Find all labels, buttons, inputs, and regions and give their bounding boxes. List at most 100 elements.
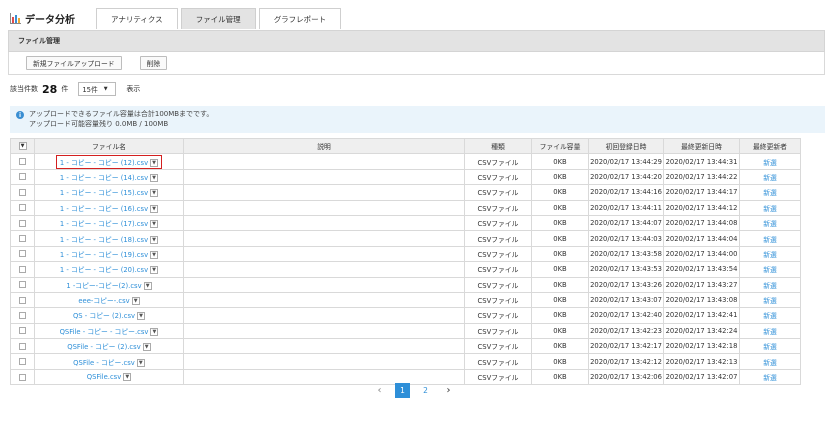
updater-link[interactable]: 新選 (763, 205, 777, 213)
updater-link[interactable]: 新選 (763, 251, 777, 259)
updater-link[interactable]: 新選 (763, 266, 777, 274)
select-all-header[interactable]: ▼ (10, 137, 35, 155)
table-row[interactable]: 1 - コピー - コピー (15).csv ▼ CSVファイル 0KB 2020/02… (10, 184, 801, 201)
header-type[interactable]: 種類 (464, 137, 532, 155)
row-checkbox-cell[interactable] (10, 307, 35, 324)
filename-link[interactable]: QS - コピー (2).csv (73, 312, 135, 320)
updater-link[interactable]: 新選 (763, 359, 777, 367)
table-row[interactable]: 1 - コピー - コピー (20).csv ▼ CSVファイル 0KB 2020/02… (10, 261, 801, 278)
table-row[interactable]: QSFile - コピー - コピー.csv ▼ CSVファイル 0KB 2020/02… (10, 322, 801, 340)
page-2-button[interactable]: 2 (418, 383, 433, 398)
updater-link[interactable]: 新選 (763, 297, 777, 305)
row-checkbox[interactable] (19, 358, 26, 366)
row-checkbox-cell[interactable] (10, 199, 35, 216)
filename-link[interactable]: 1 - コピー - コピー (17).csv (60, 220, 148, 228)
row-checkbox[interactable] (19, 342, 26, 350)
row-checkbox-cell[interactable] (10, 230, 35, 247)
row-checkbox[interactable] (19, 265, 26, 273)
delete-button[interactable]: 削除 (139, 56, 168, 70)
header-updated[interactable]: 最終更新日時 (663, 137, 740, 155)
updater-link[interactable]: 新選 (763, 236, 777, 244)
row-checkbox[interactable] (19, 158, 26, 166)
file-menu-dropdown-icon[interactable]: ▼ (123, 373, 132, 382)
filename-link[interactable]: 1 -コピー-コピー(2).csv (66, 282, 141, 290)
row-checkbox[interactable] (19, 235, 26, 243)
row-checkbox-cell[interactable] (10, 153, 35, 170)
row-checkbox-cell[interactable] (10, 184, 35, 201)
updater-link[interactable]: 新選 (763, 159, 777, 167)
updater-link[interactable]: 新選 (763, 174, 777, 182)
table-row[interactable]: 1 - コピー - コピー (19).csv ▼ CSVファイル 0KB 2020/02… (10, 245, 801, 263)
row-checkbox[interactable] (19, 373, 26, 381)
file-menu-dropdown-icon[interactable]: ▼ (136, 358, 145, 367)
tab-graph-report[interactable]: グラフレポート (258, 8, 342, 29)
row-checkbox[interactable] (19, 250, 26, 258)
filename-link[interactable]: 1 - コピー - コピー (18).csv (60, 236, 148, 244)
file-menu-dropdown-icon[interactable]: ▼ (150, 189, 159, 198)
file-menu-dropdown-icon[interactable]: ▼ (143, 281, 152, 290)
table-row[interactable]: 1 - コピー - コピー (16).csv ▼ CSVファイル 0KB 2020/02… (10, 199, 801, 216)
table-row[interactable]: 1 - コピー - コピー (12).csv ▼ CSVファイル 0KB 2020/02… (10, 153, 801, 170)
filename-link[interactable]: 1 - コピー - コピー (14).csv (60, 174, 148, 182)
row-checkbox[interactable] (19, 311, 26, 319)
table-row[interactable]: eee-コピー-.csv ▼ CSVファイル 0KB 2020/02/17 13:43:… (10, 291, 801, 309)
filename-link[interactable]: QSFile - コピー.csv (73, 359, 135, 367)
filename-link[interactable]: eee-コピー-.csv (78, 297, 129, 305)
upload-button[interactable]: 新規ファイルアップロード (26, 56, 122, 70)
updater-link[interactable]: 新選 (763, 282, 777, 290)
row-checkbox-cell[interactable] (10, 276, 35, 293)
filename-link[interactable]: QSFile.csv (87, 373, 122, 381)
next-page-button[interactable]: › (441, 383, 456, 398)
file-menu-dropdown-icon[interactable]: ▼ (150, 250, 159, 259)
table-row[interactable]: QSFile - コピー.csv ▼ CSVファイル 0KB 2020/02/17 13… (10, 353, 801, 370)
filename-link[interactable]: 1 - コピー - コピー (20).csv (60, 266, 148, 274)
file-menu-dropdown-icon[interactable]: ▼ (150, 204, 159, 213)
file-menu-dropdown-icon[interactable]: ▼ (142, 343, 151, 352)
row-checkbox-cell[interactable] (10, 168, 35, 186)
updater-link[interactable]: 新選 (763, 328, 777, 336)
row-checkbox-cell[interactable] (10, 245, 35, 263)
prev-page-button[interactable]: ‹ (372, 383, 387, 398)
row-checkbox-cell[interactable] (10, 214, 35, 232)
row-checkbox-cell[interactable] (10, 291, 35, 309)
header-updater[interactable]: 最終更新者 (739, 137, 801, 155)
filename-link[interactable]: 1 - コピー - コピー (12).csv (60, 159, 148, 167)
header-created[interactable]: 初回登録日時 (588, 137, 664, 155)
row-checkbox-cell[interactable] (10, 322, 35, 340)
header-filename[interactable]: ファイル名 (34, 137, 184, 155)
file-menu-dropdown-icon[interactable]: ▼ (150, 158, 159, 167)
table-row[interactable]: 1 - コピー - コピー (17).csv ▼ CSVファイル 0KB 2020/02… (10, 214, 801, 232)
table-row[interactable]: QSFile - コピー (2).csv ▼ CSVファイル 0KB 2020/02/1… (10, 338, 801, 355)
row-checkbox[interactable] (19, 327, 26, 335)
row-checkbox-cell[interactable] (10, 368, 35, 386)
file-menu-dropdown-icon[interactable]: ▼ (150, 327, 159, 336)
file-menu-dropdown-icon[interactable]: ▼ (150, 220, 159, 229)
filename-link[interactable]: 1 - コピー - コピー (19).csv (60, 251, 148, 259)
table-row[interactable]: 1 -コピー-コピー(2).csv ▼ CSVファイル 0KB 2020/02/17 1… (10, 276, 801, 293)
updater-link[interactable]: 新選 (763, 312, 777, 320)
row-checkbox-cell[interactable] (10, 261, 35, 278)
tab-file-management[interactable]: ファイル管理 (180, 8, 256, 29)
row-checkbox[interactable] (19, 296, 26, 304)
file-menu-dropdown-icon[interactable]: ▼ (150, 266, 159, 275)
filename-link[interactable]: QSFile - コピー - コピー.csv (60, 328, 149, 336)
row-checkbox[interactable] (19, 188, 26, 196)
row-checkbox[interactable] (19, 204, 26, 212)
filename-link[interactable]: 1 - コピー - コピー (16).csv (60, 205, 148, 213)
page-1-button[interactable]: 1 (395, 383, 410, 398)
select-all-dropdown-icon[interactable]: ▼ (18, 142, 27, 151)
file-menu-dropdown-icon[interactable]: ▼ (150, 173, 159, 182)
header-size[interactable]: ファイル容量 (531, 137, 589, 155)
file-menu-dropdown-icon[interactable]: ▼ (131, 297, 140, 306)
filename-link[interactable]: QSFile - コピー (2).csv (67, 343, 140, 351)
per-page-select[interactable]: 15件 ▼ (78, 82, 117, 96)
row-checkbox[interactable] (19, 173, 26, 181)
row-checkbox-cell[interactable] (10, 338, 35, 355)
row-checkbox[interactable] (19, 219, 26, 227)
row-checkbox-cell[interactable] (10, 353, 35, 370)
row-checkbox[interactable] (19, 281, 26, 289)
updater-link[interactable]: 新選 (763, 374, 777, 382)
updater-link[interactable]: 新選 (763, 220, 777, 228)
tab-analytics[interactable]: アナリティクス (96, 8, 178, 29)
table-row[interactable]: 1 - コピー - コピー (14).csv ▼ CSVファイル 0KB 2020/02… (10, 168, 801, 186)
